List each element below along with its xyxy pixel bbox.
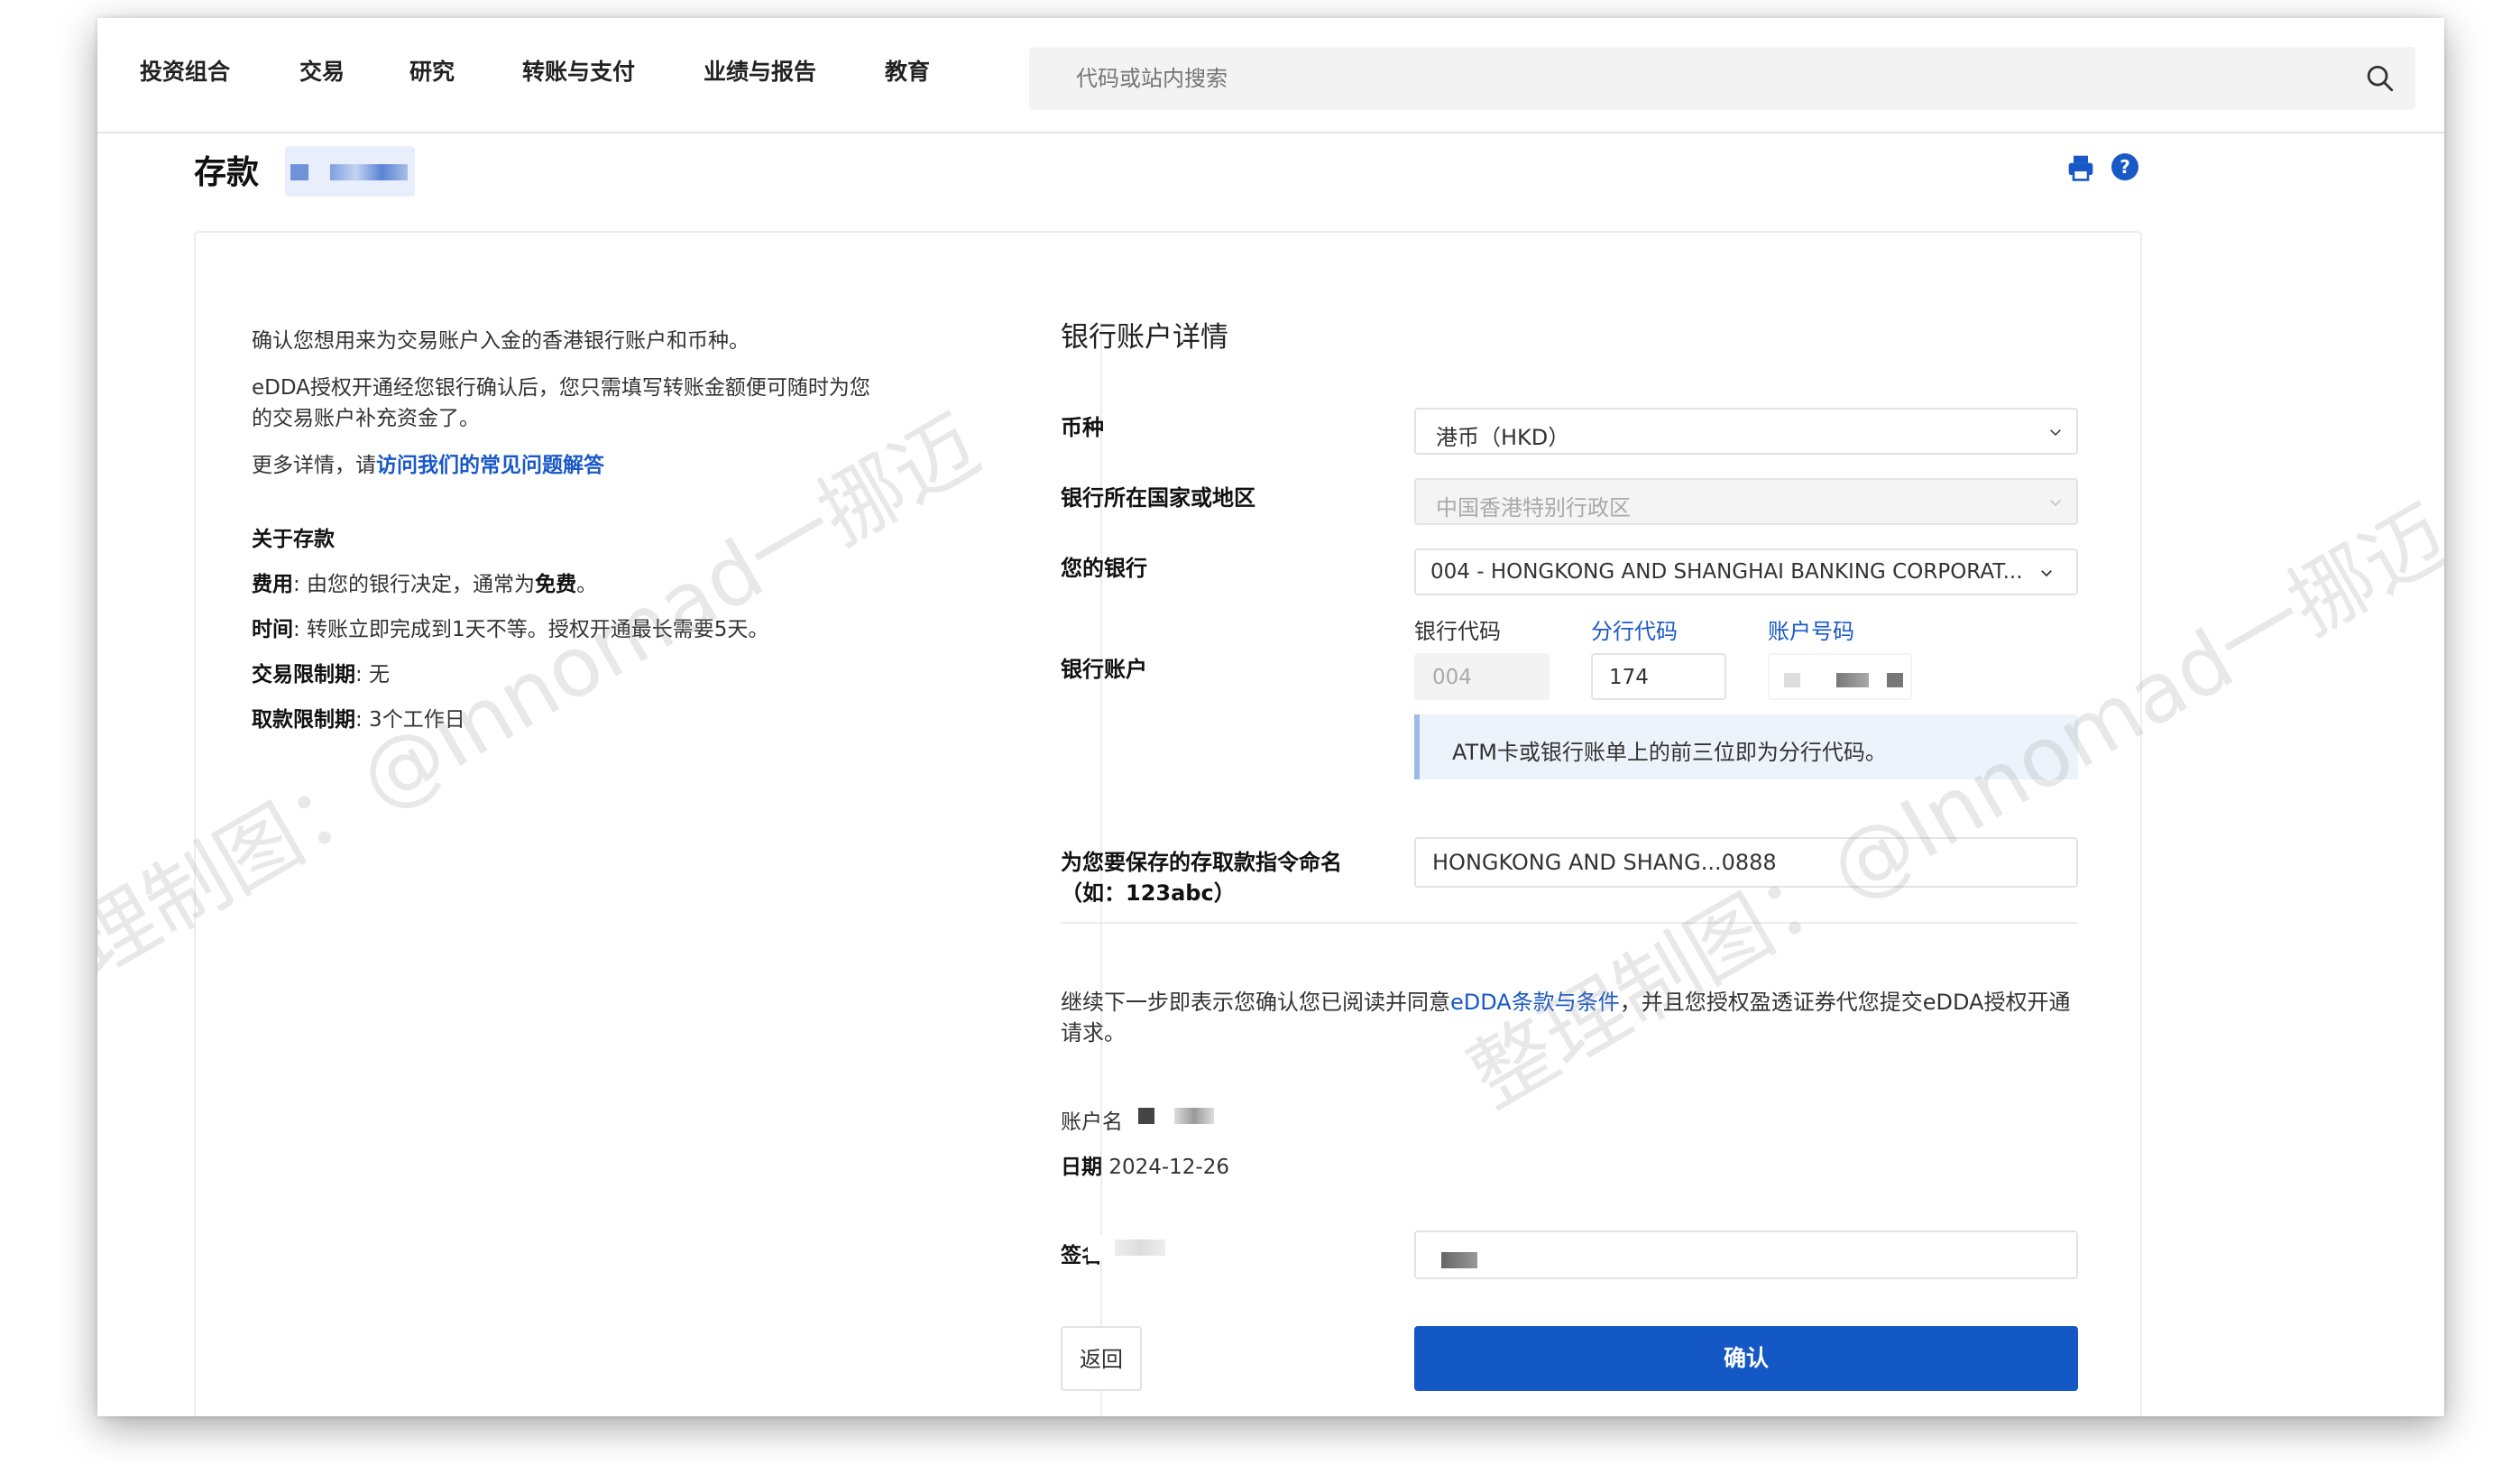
- search-icon[interactable]: [2365, 63, 2396, 94]
- consent-prefix: 继续下一步即表示您确认您已阅读并同意: [1061, 990, 1450, 1015]
- edda-terms-link[interactable]: eDDA条款与条件: [1450, 990, 1620, 1015]
- date-value: 2024-12-26: [1108, 1156, 1229, 1179]
- nav-transfer-pay[interactable]: 转账与支付: [522, 54, 635, 87]
- signature-label-redacted: [1088, 1234, 1169, 1261]
- section-title: 银行账户详情: [1061, 321, 1228, 354]
- branch-code-value: 174: [1609, 666, 1649, 689]
- bank-account-form: 银行账户详情 币种 港币（HKD） 银行所在国家或地区 中国香港特别行政区 您的…: [97, 231, 2444, 1416]
- account-name-redacted: [1135, 1102, 1234, 1129]
- top-navigation: 投资组合 交易 研究 转账与支付 业绩与报告 教育: [97, 18, 2444, 134]
- country-value: 中国香港特别行政区: [1436, 495, 1631, 521]
- currency-value: 港币（HKD）: [1436, 425, 1570, 450]
- form-divider: [1061, 922, 2078, 924]
- bank-account-label: 银行账户: [1061, 657, 1147, 682]
- account-id-redacted: [285, 146, 415, 197]
- print-icon[interactable]: [2066, 153, 2095, 182]
- confirm-button[interactable]: 确认: [1414, 1326, 2078, 1391]
- account-number-label: 账户号码: [1768, 619, 1854, 644]
- nav-performance-reports[interactable]: 业绩与报告: [704, 54, 816, 87]
- date-line: 日期 2024-12-26: [1061, 1149, 1229, 1180]
- bank-label: 您的银行: [1061, 556, 1147, 581]
- account-name-label: 账户名: [1061, 1110, 1123, 1134]
- chevron-down-icon: [2041, 570, 2052, 577]
- nav-portfolio[interactable]: 投资组合: [140, 54, 230, 87]
- account-name-line: 账户名: [1061, 1104, 1123, 1135]
- branch-code-label: 分行代码: [1591, 619, 1678, 644]
- branch-code-hint: ATM卡或银行账单上的前三位即为分行代码。: [1414, 714, 2078, 779]
- branch-code-input[interactable]: 174: [1591, 653, 1726, 700]
- chevron-down-icon: [2050, 429, 2061, 437]
- date-label: 日期: [1061, 1156, 1102, 1179]
- nav-education[interactable]: 教育: [885, 54, 930, 87]
- search-bar: [1029, 47, 2415, 110]
- hint-text: ATM卡或银行账单上的前三位即为分行代码。: [1452, 740, 1887, 765]
- search-input[interactable]: [1074, 65, 2250, 92]
- back-button[interactable]: 返回: [1061, 1326, 1142, 1391]
- help-icon[interactable]: ?: [2111, 153, 2138, 180]
- bank-code-label: 银行代码: [1414, 619, 1501, 644]
- app-window: 投资组合 交易 研究 转账与支付 业绩与报告 教育 存款 ? 确认您想用来为交易…: [97, 18, 2444, 1416]
- instruction-name-label-line2: （如：123abc）: [1061, 880, 1236, 906]
- account-number-input[interactable]: [1768, 653, 1912, 700]
- bank-select[interactable]: 004 - HONGKONG AND SHANGHAI BANKING CORP…: [1414, 548, 2078, 595]
- nav-trade[interactable]: 交易: [299, 54, 345, 87]
- bank-code-value: 004: [1432, 666, 1472, 689]
- instruction-name-value: HONGKONG AND SHANG...0888: [1432, 850, 1777, 875]
- country-label: 银行所在国家或地区: [1061, 485, 1255, 511]
- consent-text: 继续下一步即表示您确认您已阅读并同意eDDA条款与条件，并且您授权盈透证券代您提…: [1061, 987, 2078, 1048]
- instruction-name-input[interactable]: HONGKONG AND SHANG...0888: [1414, 837, 2078, 888]
- signature-input[interactable]: [1414, 1230, 2078, 1279]
- bank-value: 004 - HONGKONG AND SHANGHAI BANKING CORP…: [1430, 560, 2023, 584]
- bank-code-input: 004: [1414, 653, 1550, 700]
- currency-label: 币种: [1061, 415, 1104, 440]
- chevron-down-icon: [2050, 500, 2061, 507]
- currency-select[interactable]: 港币（HKD）: [1414, 408, 2078, 455]
- nav-research[interactable]: 研究: [409, 54, 455, 87]
- country-select: 中国香港特别行政区: [1414, 478, 2078, 525]
- page-title: 存款: [194, 154, 260, 191]
- instruction-name-label-line1: 为您要保存的存取款指令命名: [1061, 850, 1342, 875]
